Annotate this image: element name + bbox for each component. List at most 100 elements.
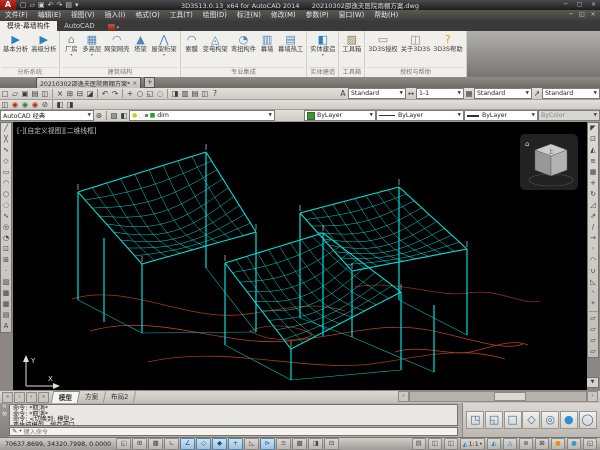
- menu-item-5[interactable]: 工具(T): [165, 10, 198, 21]
- scroll-left-button[interactable]: ‹: [398, 391, 409, 402]
- command-options-icon[interactable]: ▾: [19, 429, 21, 434]
- scroll-thumb[interactable]: [494, 392, 526, 401]
- workspace-settings-icon[interactable]: ⊛: [94, 111, 104, 120]
- qnew-icon[interactable]: ▢: [0, 89, 10, 98]
- ribbon-button-factory[interactable]: ⌂厂房▾: [62, 32, 80, 58]
- rectangle-icon[interactable]: ▭: [3, 167, 10, 178]
- menu-item-4[interactable]: 格式(O): [130, 10, 164, 21]
- ribbon-button-basic-analysis[interactable]: ▶基本分析: [2, 32, 29, 54]
- drawing-file-tab[interactable]: 20210302邵逸夫医院雨棚方案* ×: [36, 77, 141, 88]
- circle-icon[interactable]: ○: [3, 189, 9, 200]
- rotate-icon[interactable]: ↻: [590, 189, 596, 200]
- layout-tab-方案[interactable]: 方案: [78, 391, 107, 403]
- mdi-close-button[interactable]: ×: [588, 11, 598, 20]
- toggle-quick-properties[interactable]: ◨: [308, 438, 323, 450]
- annotation-scale-button[interactable]: ◭1:1▾: [460, 438, 485, 450]
- matchprop-icon[interactable]: ◪: [85, 89, 95, 98]
- annotation-autoscale-button[interactable]: ◬: [503, 438, 517, 450]
- copy-icon[interactable]: ⊞: [65, 89, 75, 98]
- menu-item-3[interactable]: 插入(I): [100, 10, 131, 21]
- toggle-grid[interactable]: ▦: [148, 438, 163, 450]
- draworder-front-icon[interactable]: ▱: [590, 313, 595, 324]
- break-icon[interactable]: ◠: [590, 255, 596, 266]
- ribbon-button-roof-truss[interactable]: ⋀屋架桁架▾: [150, 32, 177, 58]
- primitive-box-icon[interactable]: ◳: [466, 411, 484, 429]
- sheet-set-icon[interactable]: ◫: [200, 89, 210, 98]
- ribbon-tab[interactable]: 模块-幕墙构件: [0, 21, 57, 31]
- hatch-icon[interactable]: ▨: [3, 277, 10, 288]
- clean-screen-button[interactable]: ◱: [583, 438, 597, 450]
- command-history[interactable]: 命令: *取消*命令: *取消*命令: <切换到: 模型>重生成模型 - 缓存视…: [9, 404, 458, 426]
- stretch-icon[interactable]: ⇗: [590, 211, 596, 222]
- text-style-combo[interactable]: Standard▼: [348, 88, 406, 99]
- menu-item-6[interactable]: 绘图(D): [198, 10, 232, 21]
- ribbon-button-advanced-analysis[interactable]: ▶高级分析: [30, 32, 57, 54]
- explode-icon[interactable]: *: [591, 299, 595, 310]
- chamfer-icon[interactable]: ◺: [590, 277, 595, 288]
- layer-properties-icon[interactable]: ▧: [109, 111, 119, 120]
- quick-view-layouts-button[interactable]: ◫: [428, 438, 442, 450]
- ribbon-button-highrise[interactable]: ▦多高层▾: [81, 32, 102, 58]
- layout-nav-0[interactable]: «: [2, 392, 13, 403]
- workspace-switch-button[interactable]: ⊛: [519, 438, 533, 450]
- point-icon[interactable]: ·: [5, 266, 7, 277]
- region-icon[interactable]: ▦: [3, 299, 10, 310]
- layout-nav-1[interactable]: ‹: [14, 392, 25, 403]
- fillet-icon[interactable]: ◝: [592, 288, 595, 299]
- multileader-style-combo[interactable]: Standard▼: [542, 88, 600, 99]
- arc-icon[interactable]: ◠: [3, 178, 9, 189]
- qat-new-icon[interactable]: ▢: [20, 0, 27, 10]
- redo-icon[interactable]: ↷: [110, 89, 120, 98]
- mirror-icon[interactable]: ◭: [590, 145, 595, 156]
- zoom-realtime-icon[interactable]: ○: [135, 89, 145, 98]
- ribbon-button-curtain-wall[interactable]: ▥幕墙: [258, 32, 276, 54]
- copy-icon[interactable]: ⊡: [590, 134, 596, 145]
- horizontal-scrollbar[interactable]: ‹ ›: [398, 391, 598, 402]
- primitive-cube-icon[interactable]: □: [504, 411, 522, 429]
- layout-nav-3[interactable]: »: [38, 392, 49, 403]
- ellipse-arc-icon[interactable]: ◔: [3, 233, 9, 244]
- toggle-ortho[interactable]: ∟: [164, 438, 179, 450]
- menu-item-2[interactable]: 视图(V): [66, 10, 100, 21]
- layout-tab-模型[interactable]: 模型: [51, 391, 81, 403]
- free-orbit-icon[interactable]: ◨: [65, 100, 75, 109]
- properties-icon[interactable]: ◨: [170, 89, 180, 98]
- toggle-infer-constraints[interactable]: ◱: [116, 438, 131, 450]
- command-input[interactable]: ✎ ▾ 键入命令: [9, 427, 458, 436]
- ribbon-button-substation-frame[interactable]: ◬变电构架: [202, 32, 229, 54]
- primitive-wedge-icon[interactable]: ◱: [485, 411, 503, 429]
- offset-icon[interactable]: ≡: [590, 156, 596, 167]
- mdi-restore-button[interactable]: ◱: [577, 11, 587, 20]
- minimize-button[interactable]: ─: [559, 1, 572, 10]
- orbit-icon[interactable]: ◧: [55, 100, 65, 109]
- scroll-right-button[interactable]: ›: [587, 391, 598, 402]
- pan-icon[interactable]: +: [125, 89, 135, 98]
- toggle-selection-cycling[interactable]: ⊟: [324, 438, 339, 450]
- viewports-icon[interactable]: ◫: [0, 100, 10, 109]
- toggle-dynamic-input[interactable]: ⊳: [260, 438, 275, 450]
- ribbon-tab[interactable]: AutoCAD: [57, 21, 101, 31]
- color-combo[interactable]: ByLayer▼: [304, 110, 376, 121]
- quick-view-drawings-button[interactable]: ◫: [444, 438, 458, 450]
- file-tab-close-icon[interactable]: ×: [132, 80, 137, 87]
- vertical-scroll-down-button[interactable]: ▼: [586, 377, 599, 388]
- toggle-snap[interactable]: ⊞: [132, 438, 147, 450]
- draworder-under-icon[interactable]: ▱: [590, 346, 595, 357]
- toggle-dynamic-ucs[interactable]: ◺: [244, 438, 259, 450]
- paste-icon[interactable]: ⊟: [75, 89, 85, 98]
- named-views-icon[interactable]: ◉: [10, 100, 20, 109]
- ribbon-button-about[interactable]: ◫关于3D3S: [400, 32, 431, 54]
- line-icon[interactable]: ╱: [4, 123, 8, 134]
- ellipse-icon[interactable]: ◎: [3, 222, 9, 233]
- menu-item-10[interactable]: 窗口(W): [334, 10, 370, 21]
- ribbon-button-toolbox[interactable]: ▨工具箱: [341, 32, 362, 54]
- ribbon-button-space-frame[interactable]: ◠网架网壳: [103, 32, 130, 54]
- ribbon-state-toggle[interactable]: ▾: [117, 25, 120, 31]
- qat-redo-icon[interactable]: ↷: [57, 0, 63, 10]
- toggle-osnap[interactable]: ◇: [196, 438, 211, 450]
- break-point-icon[interactable]: ◦: [591, 244, 595, 255]
- draworder-above-icon[interactable]: ▱: [590, 335, 595, 346]
- mtext-icon[interactable]: A: [4, 321, 9, 332]
- model-space-button[interactable]: ▤: [412, 438, 426, 450]
- toolbar-lock-button[interactable]: ⊠: [535, 438, 549, 450]
